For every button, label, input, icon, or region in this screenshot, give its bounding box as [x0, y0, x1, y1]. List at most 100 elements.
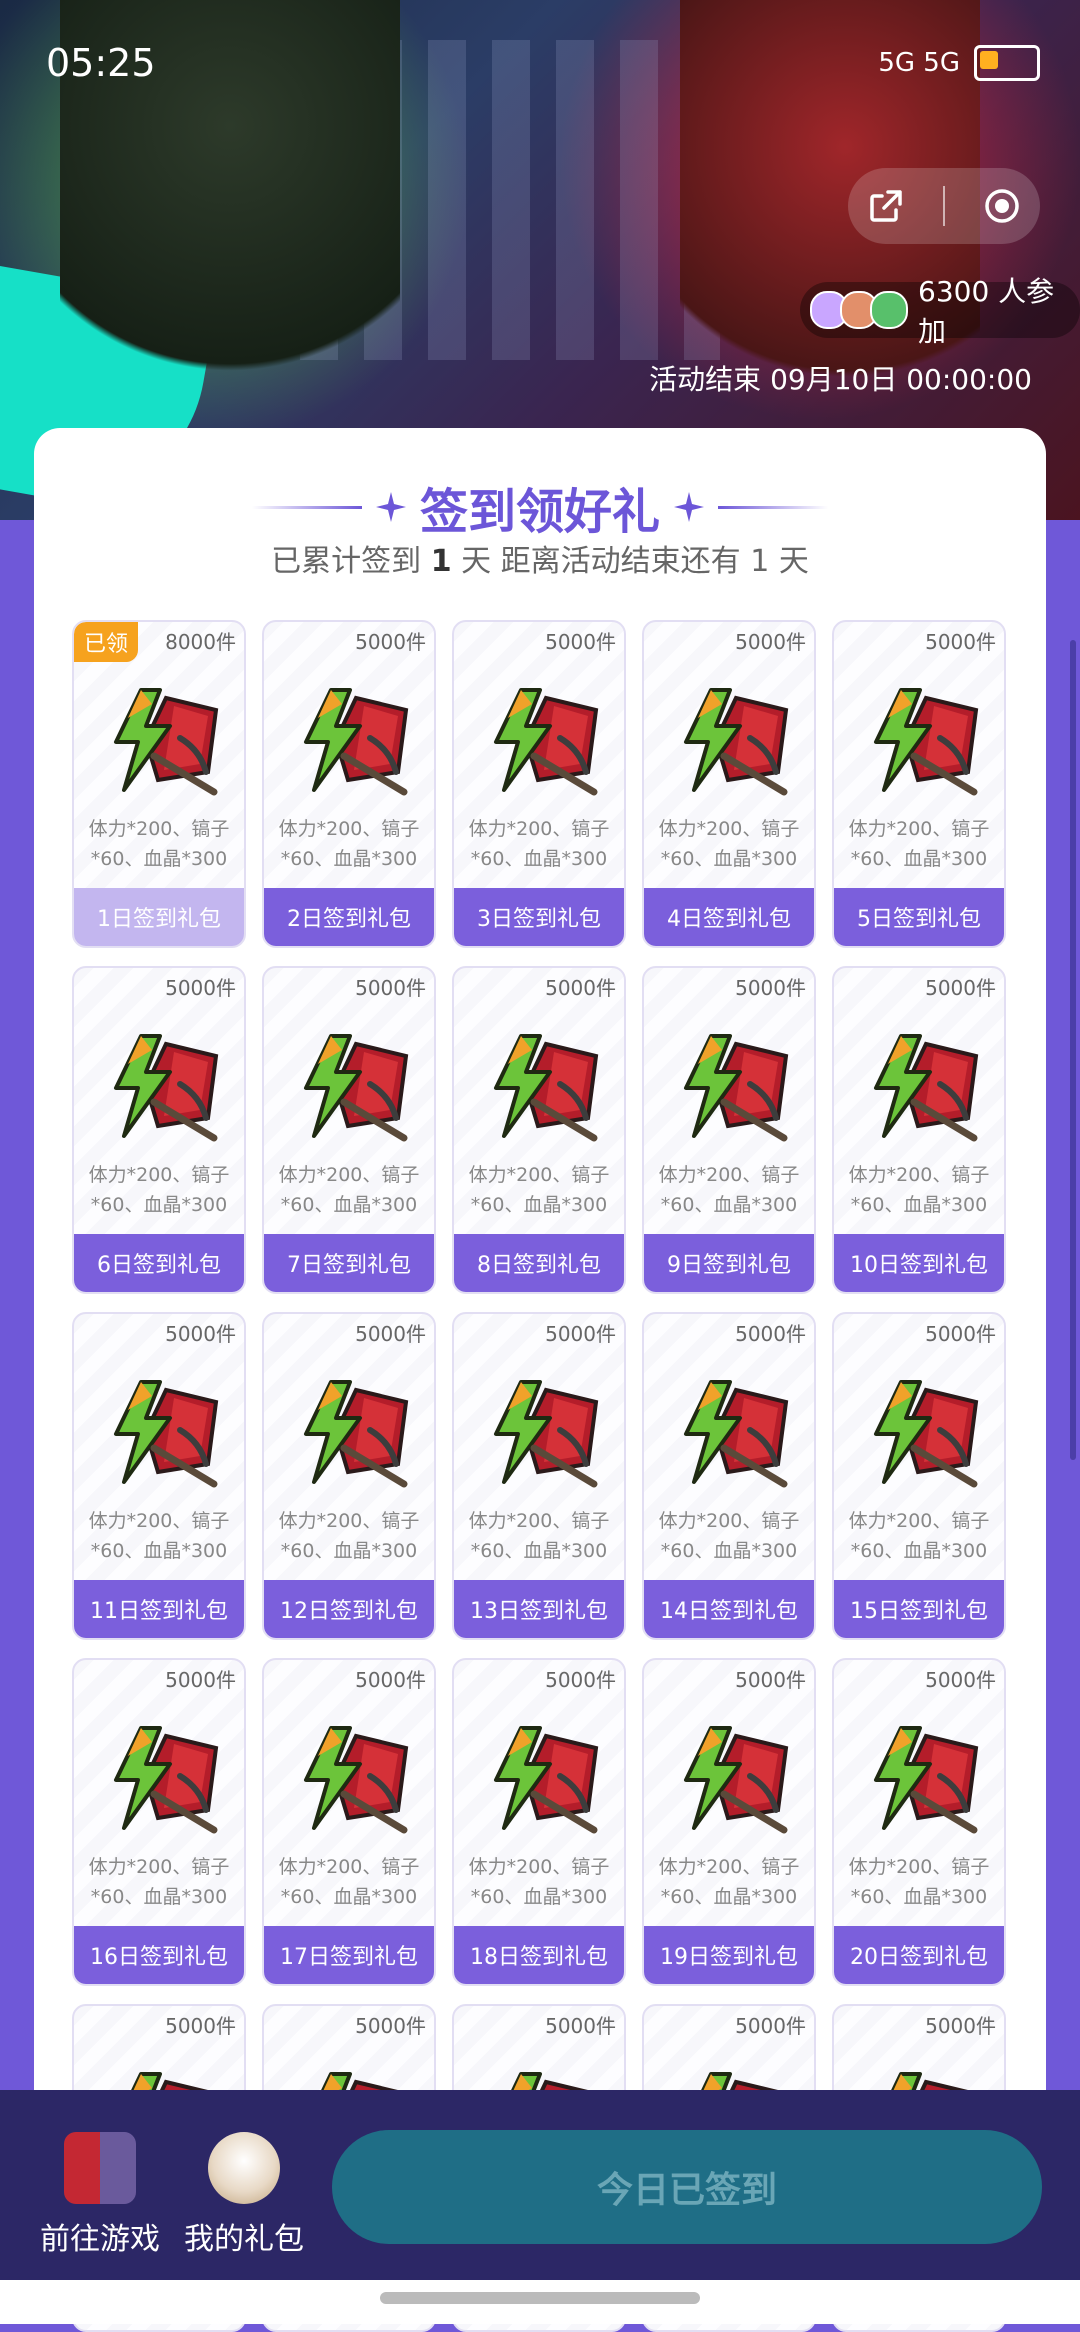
- game-thumbnail-icon: [64, 2132, 136, 2204]
- gift-items-icon: [476, 680, 606, 800]
- gift-description-line: 体力*200、镐子: [658, 1856, 800, 1878]
- gift-card[interactable]: 5000件 体力*200、镐子 *60、血晶*300 6日签到礼包: [72, 966, 246, 1294]
- top-capsule-actions: [848, 168, 1040, 244]
- gift-description: 体力*200、镐子 *60、血晶*300: [644, 1852, 814, 1912]
- gift-quantity: 5000件: [355, 1668, 426, 1692]
- go-to-game-button[interactable]: 前往游戏: [30, 2132, 170, 2258]
- gift-items-icon: [856, 1372, 986, 1492]
- battery-icon: [974, 45, 1040, 81]
- gift-quantity: 5000件: [925, 1322, 996, 1346]
- gift-pack-label: 2日签到礼包: [264, 888, 434, 946]
- gift-card[interactable]: 5000件体力*200、镐子 *60、血晶*300 2日签到礼包: [262, 620, 436, 948]
- gift-description-line: *60、血晶*300: [280, 848, 418, 870]
- gift-avatar-icon: [208, 2132, 280, 2204]
- gift-card[interactable]: 5000件体力*200、镐子 *60、血晶*300 19日签到礼包: [642, 1658, 816, 1986]
- gift-items-icon: [96, 1372, 226, 1492]
- my-gifts-button[interactable]: 我的礼包: [174, 2132, 314, 2258]
- gift-pack-label: 6日签到礼包: [74, 1234, 244, 1292]
- gift-card[interactable]: 5000件 体力*200、镐子 *60、血晶*300 7日签到礼包: [262, 966, 436, 1294]
- gift-items-icon: [856, 1718, 986, 1838]
- gift-items-icon: [856, 1026, 986, 1146]
- gift-description-line: 体力*200、镐子: [278, 1510, 420, 1532]
- gift-pack-label: 13日签到礼包: [454, 1580, 624, 1638]
- status-right: 5G 5G: [878, 45, 1040, 81]
- home-indicator[interactable]: [380, 2292, 700, 2304]
- gift-card[interactable]: 已领 8000件 体力*200、镐子 *60、血晶*300 1日签到礼包: [72, 620, 246, 948]
- checked-in-today-button[interactable]: 今日已签到: [332, 2130, 1042, 2244]
- gift-description-line: 体力*200、镐子: [848, 1164, 990, 1186]
- gift-items-icon: [666, 1026, 796, 1146]
- gift-description-line: 体力*200、镐子: [88, 818, 230, 840]
- gift-pack-label: 12日签到礼包: [264, 1580, 434, 1638]
- claimed-badge: 已领: [74, 622, 138, 662]
- gift-description-line: *60、血晶*300: [660, 1886, 798, 1908]
- gift-card[interactable]: 5000件 体力*200、镐子 *60、血晶*300 10日签到礼包: [832, 966, 1006, 1294]
- gift-items-icon: [666, 1372, 796, 1492]
- participant-avatars: [810, 291, 908, 329]
- gift-description: 体力*200、镐子 *60、血晶*300: [264, 1506, 434, 1566]
- gift-card[interactable]: 5000件 体力*200、镐子 *60、血晶*300 13日签到礼包: [452, 1312, 626, 1640]
- sparkle-icon: [375, 492, 406, 522]
- signed-days-count: 1: [430, 544, 452, 579]
- gift-items-icon: [476, 1718, 606, 1838]
- gift-quantity: 5000件: [165, 2014, 236, 2038]
- gift-pack-label: 3日签到礼包: [454, 888, 624, 946]
- bottom-action-bar: 前往游戏 我的礼包 今日已签到: [0, 2090, 1080, 2290]
- gift-card[interactable]: 5000件 体力*200、镐子 *60、血晶*300 12日签到礼包: [262, 1312, 436, 1640]
- gift-quantity: 5000件: [355, 630, 426, 654]
- gift-items-icon: [96, 1026, 226, 1146]
- gift-card[interactable]: 5000件 体力*200、镐子 *60、血晶*300 11日签到礼包: [72, 1312, 246, 1640]
- gift-quantity: 5000件: [735, 1668, 806, 1692]
- gift-pack-label: 16日签到礼包: [74, 1926, 244, 1984]
- scrollbar[interactable]: [1070, 640, 1076, 1460]
- gift-description-line: 体力*200、镐子: [848, 1510, 990, 1532]
- gift-description-line: 体力*200、镐子: [278, 1164, 420, 1186]
- gift-description-line: *60、血晶*300: [470, 1194, 608, 1216]
- gift-card[interactable]: 5000件 体力*200、镐子 *60、血晶*300 4日签到礼包: [642, 620, 816, 948]
- gift-card[interactable]: 5000件 体力*200、镐子 *60、血晶*300 8日签到礼包: [452, 966, 626, 1294]
- gift-description-line: 体力*200、镐子: [278, 818, 420, 840]
- gift-card[interactable]: 5000件 体力*200、镐子 *60、血晶*300 16日签到礼包: [72, 1658, 246, 1986]
- gift-card[interactable]: 5000件 体力*200、镐子 *60、血晶*300 9日签到礼包: [642, 966, 816, 1294]
- gift-card[interactable]: 5000件 体力*200、镐子 *60、血晶*300 17日签到礼包: [262, 1658, 436, 1986]
- gift-description-line: *60、血晶*300: [90, 848, 228, 870]
- gift-description-line: *60、血晶*300: [470, 1886, 608, 1908]
- gift-quantity: 5000件: [925, 1668, 996, 1692]
- gift-quantity: 5000件: [735, 976, 806, 1000]
- subtitle-suffix: 天 距离活动结束还有 1 天: [461, 544, 809, 579]
- gift-card[interactable]: 5000件 体力*200、镐子 *60、血晶*300 15日签到礼包: [832, 1312, 1006, 1640]
- gift-pack-label: 4日签到礼包: [644, 888, 814, 946]
- gift-card[interactable]: 5000件 体力*200、镐子 *60、血晶*300 18日签到礼包: [452, 1658, 626, 1986]
- gift-items-icon: [666, 680, 796, 800]
- gift-quantity: 5000件: [735, 630, 806, 654]
- gift-description-line: 体力*200、镐子: [468, 1510, 610, 1532]
- participants-count: 6300 人参加: [918, 275, 1055, 348]
- gift-pack-label: 19日签到礼包: [644, 1926, 814, 1984]
- gift-description-line: *60、血晶*300: [660, 1540, 798, 1562]
- record-icon[interactable]: [982, 186, 1022, 226]
- gift-description-line: *60、血晶*300: [470, 1540, 608, 1562]
- gift-description: 体力*200、镐子 *60、血晶*300: [264, 1160, 434, 1220]
- avatar: [870, 291, 908, 329]
- gift-description: 体力*200、镐子 *60、血晶*300: [74, 814, 244, 874]
- gift-description-line: 体力*200、镐子: [658, 818, 800, 840]
- gift-description: 体力*200、镐子 *60、血晶*300: [74, 1506, 244, 1566]
- gift-card[interactable]: 5000件 体力*200、镐子 *60、血晶*300 5日签到礼包: [832, 620, 1006, 948]
- share-icon[interactable]: [866, 186, 906, 226]
- gift-description-line: *60、血晶*300: [90, 1886, 228, 1908]
- gift-quantity: 5000件: [355, 2014, 426, 2038]
- gift-description-line: 体力*200、镐子: [88, 1510, 230, 1532]
- gift-items-icon: [476, 1026, 606, 1146]
- gift-description: 体力*200、镐子 *60、血晶*300: [454, 814, 624, 874]
- gift-description: 体力*200、镐子 *60、血晶*300: [834, 1160, 1004, 1220]
- gift-description-line: *60、血晶*300: [280, 1886, 418, 1908]
- gift-card[interactable]: 5000件 体力*200、镐子 *60、血晶*300 20日签到礼包: [832, 1658, 1006, 1986]
- gift-card[interactable]: 5000件 体力*200、镐子 *60、血晶*300 3日签到礼包: [452, 620, 626, 948]
- gift-description: 体力*200、镐子 *60、血晶*300: [454, 1160, 624, 1220]
- sparkle-icon: [674, 492, 704, 522]
- gift-quantity: 5000件: [735, 2014, 806, 2038]
- gift-card[interactable]: 5000件 体力*200、镐子 *60、血晶*300 14日签到礼包: [642, 1312, 816, 1640]
- gift-items-icon: [286, 680, 416, 800]
- gift-pack-label: 1日签到礼包: [74, 888, 244, 946]
- capsule-divider: [942, 186, 945, 226]
